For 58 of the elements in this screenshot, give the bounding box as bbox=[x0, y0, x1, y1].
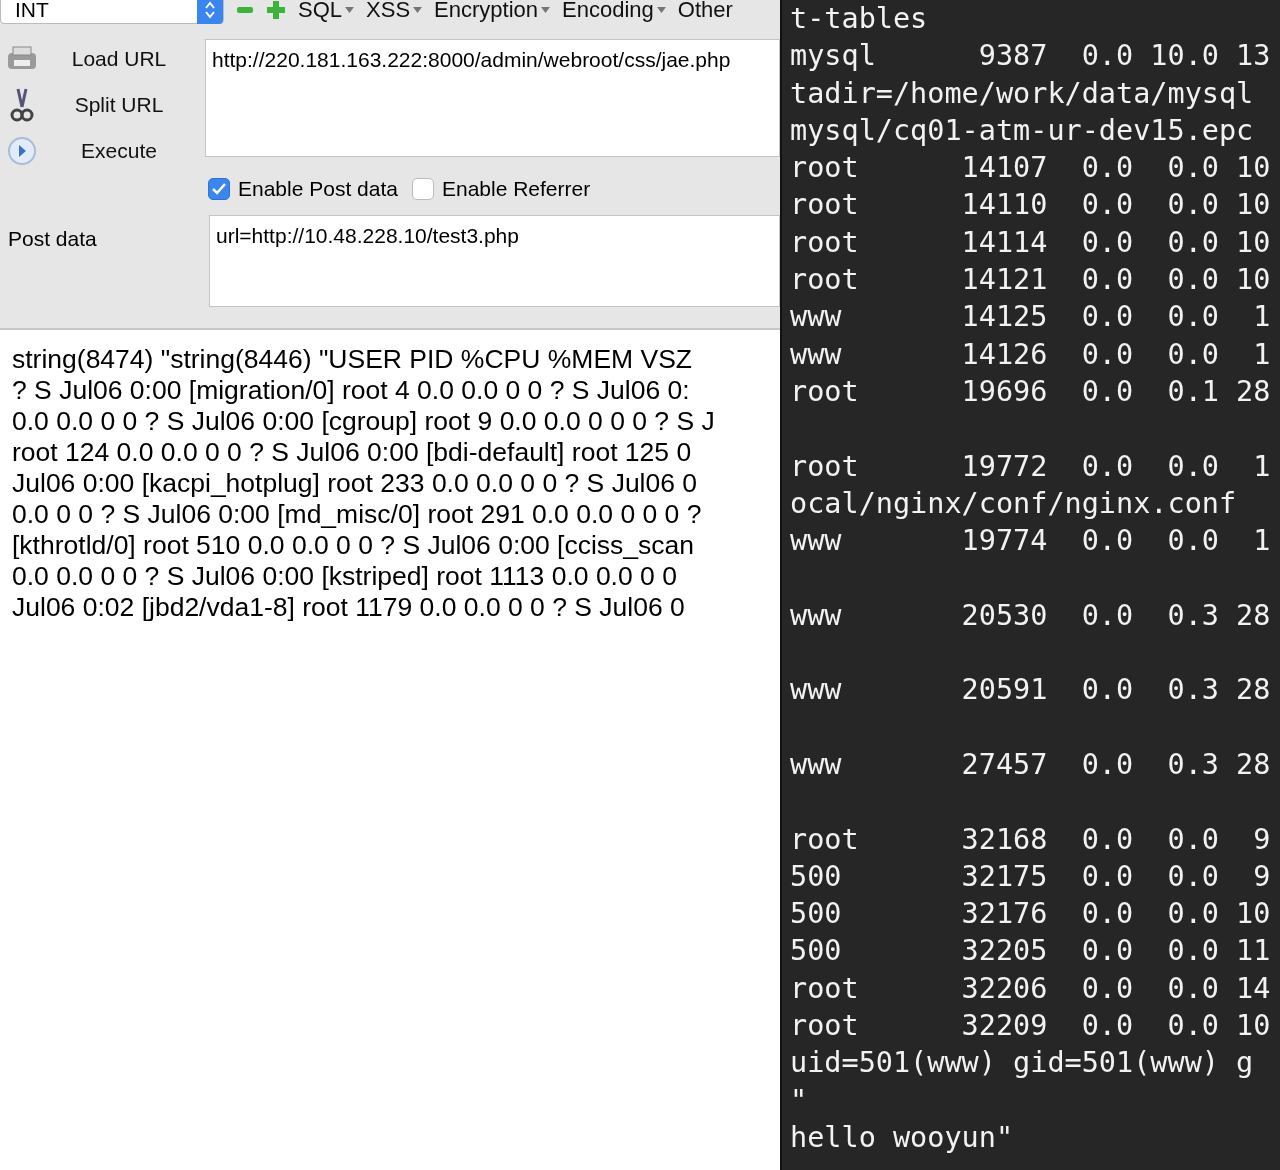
output-text: Jul06 0:00 [kacpi_hotplug] root 233 0.0 0.0 0 0 ? S Jul06 0 bbox=[12, 468, 699, 499]
post-data-field[interactable]: url=http://10.48.228.10/test3.php bbox=[209, 215, 780, 307]
menu-button[interactable]: Encoding bbox=[562, 0, 666, 23]
select-field[interactable]: INT bbox=[0, 0, 224, 24]
terminal-line: 500 32175 0.0 0.0 9 bbox=[790, 858, 1272, 895]
terminal-line: www 14126 0.0 0.0 1 bbox=[790, 336, 1272, 373]
output-text: Jul06 0:02 [jbd2/vda1-8] root 1179 0.0 0.0 0 0 ? S Jul06 0 bbox=[12, 592, 686, 623]
terminal-line: root 32209 0.0 0.0 10 bbox=[790, 1008, 1272, 1044]
terminal-line: root 19772 0.0 0.0 1 bbox=[790, 448, 1272, 485]
stepper-icon bbox=[204, 0, 216, 20]
terminal-line: " bbox=[790, 1082, 809, 1119]
terminal-line: www 27457 0.0 0.3 28 bbox=[790, 746, 1272, 783]
terminal-line: root 14121 0.0 0.0 10 bbox=[790, 262, 1272, 299]
terminal-line: root 19696 0.0 0.1 28 bbox=[790, 373, 1272, 410]
output-text: [kthrotld/0] root 510 0.0 0.0 0 0 ? S Jul06 0:00 [cciss_scan bbox=[12, 530, 696, 561]
checkmark-icon bbox=[212, 183, 226, 195]
action-button[interactable]: Load URL bbox=[0, 41, 200, 77]
output-text: 0.0 0.0 0 0 ? S Jul06 0:00 [cgroup] root 9 0.0 0.0 0 0 0 ? S J bbox=[12, 406, 716, 437]
menu-button[interactable]: XSS bbox=[366, 0, 423, 23]
output-text: ? S Jul06 0:00 [migration/0] root 4 0.0 0.0 0 0 ? S Jul06 0: bbox=[12, 375, 691, 406]
terminal-line: 500 32176 0.0 0.0 10 bbox=[790, 896, 1272, 933]
menu-button[interactable]: SQL bbox=[298, 0, 355, 23]
output-text: string(8474) "string(8446) "USER PID %CPU %MEM VSZ bbox=[12, 344, 694, 375]
caret-icon bbox=[413, 7, 423, 13]
terminal-line: t-tables bbox=[790, 1, 929, 37]
terminal-line: root 32168 0.0 0.0 9 bbox=[790, 821, 1272, 858]
checkbox-option[interactable]: Enable Referrer bbox=[411, 177, 591, 201]
terminal-line: mysql/cq01-atm-ur-dev15.epc bbox=[790, 112, 1255, 149]
output-text: 0.0 0.0 0 0 ? S Jul06 0:00 [kstriped] root 1113 0.0 0.0 0 0 bbox=[12, 561, 678, 592]
action-button[interactable]: Split URL bbox=[0, 87, 200, 123]
terminal-line: hello wooyun" bbox=[790, 1119, 1015, 1156]
terminal-line: root 14110 0.0 0.0 10 bbox=[790, 187, 1272, 224]
post-data-label: Post data bbox=[7, 226, 98, 252]
checkbox-option[interactable]: Enable Post data bbox=[208, 177, 398, 201]
plus-icon[interactable] bbox=[266, 0, 286, 20]
play-icon bbox=[6, 136, 38, 166]
terminal-line: uid=501(www) gid=501(www) g bbox=[790, 1045, 1255, 1082]
terminal-line: tadir=/home/work/data/mysql bbox=[790, 75, 1255, 112]
terminal-line: www 19774 0.0 0.0 1 bbox=[790, 523, 1272, 560]
menu-button[interactable]: Encryption bbox=[434, 0, 550, 23]
url-field[interactable]: http://220.181.163.222:8000/admin/webroot/css/jae.php bbox=[205, 39, 780, 157]
output-text: 0.0 0 0 ? S Jul06 0:00 [md_misc/0] root 291 0.0 0.0 0 0 0 ? bbox=[12, 499, 703, 530]
caret-icon bbox=[345, 7, 355, 13]
caret-icon bbox=[541, 7, 550, 13]
terminal-line: 500 32205 0.0 0.0 11 bbox=[790, 933, 1272, 970]
terminal-line: www 20530 0.0 0.3 28 bbox=[790, 597, 1272, 634]
menu-button[interactable]: Other bbox=[677, 0, 733, 23]
terminal-line: mysql 9387 0.0 10.0 13 bbox=[790, 38, 1272, 75]
terminal-line: ocal/nginx/conf/nginx.conf bbox=[790, 485, 1238, 522]
minus-icon[interactable] bbox=[236, 5, 254, 15]
terminal-line: www 14125 0.0 0.0 1 bbox=[790, 299, 1272, 336]
action-button[interactable]: Execute bbox=[0, 133, 200, 169]
terminal-line: root 14107 0.0 0.0 10 bbox=[790, 150, 1272, 187]
terminal-line: root 14114 0.0 0.0 10 bbox=[790, 224, 1272, 261]
output-text: root 124 0.0 0.0 0 0 ? S Jul06 0:00 [bdi-default] root 125 0 bbox=[12, 437, 693, 468]
terminal-line: root 32206 0.0 0.0 14 bbox=[790, 970, 1272, 1007]
caret-icon bbox=[656, 7, 666, 13]
terminal-line: www 20591 0.0 0.3 28 bbox=[790, 672, 1272, 709]
